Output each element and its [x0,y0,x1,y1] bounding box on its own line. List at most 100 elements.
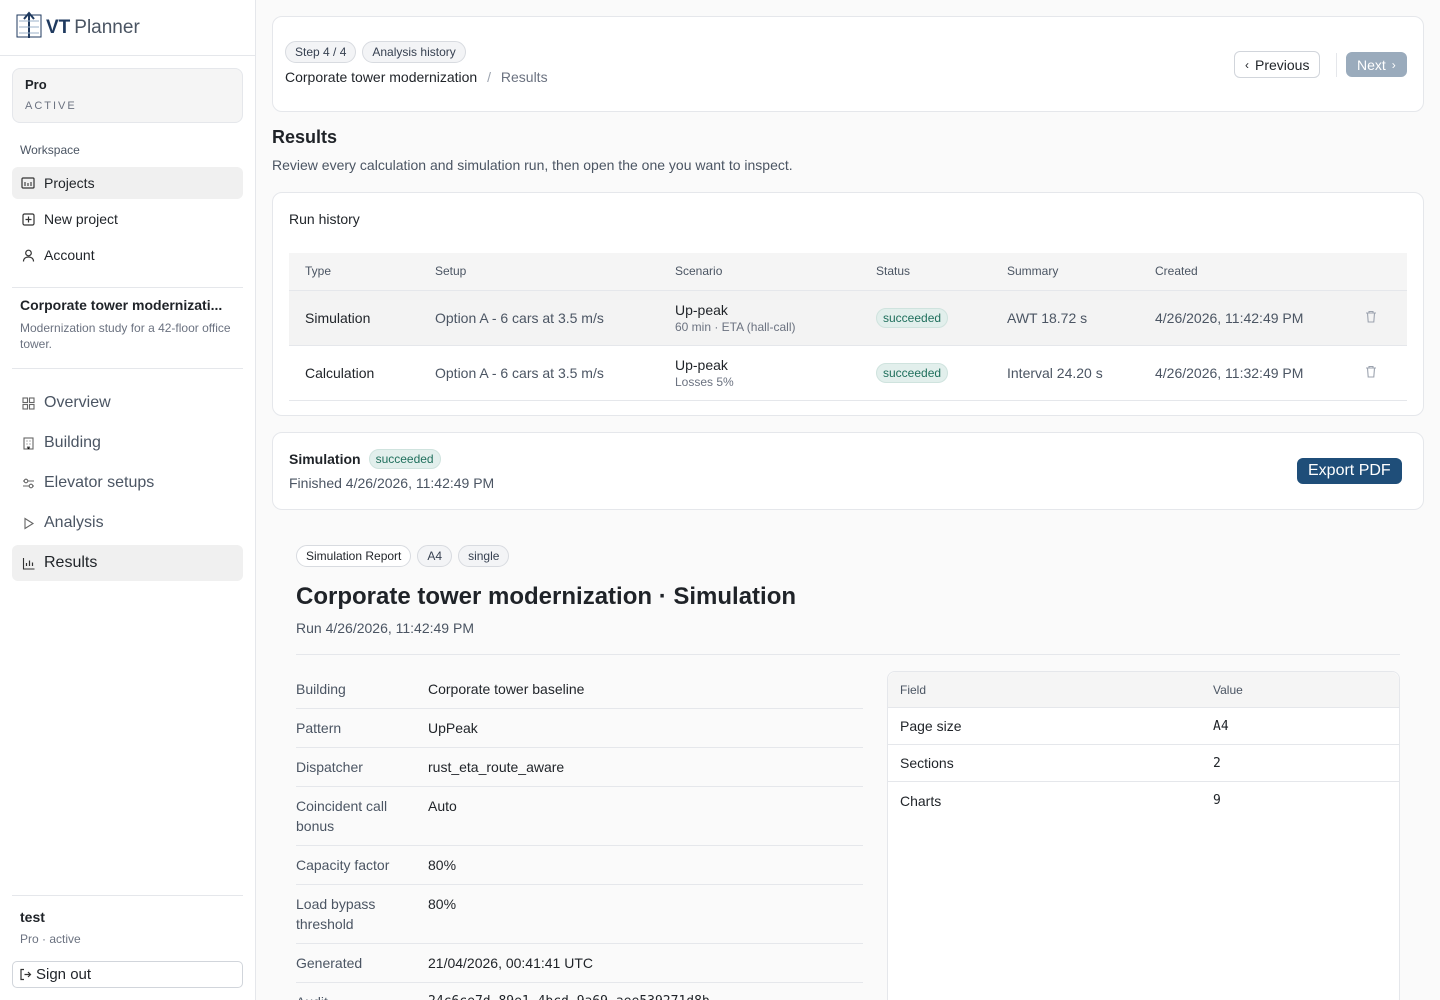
divider [1336,53,1337,77]
field-value: 80% [428,896,457,912]
breadcrumb-project[interactable]: Corporate tower modernization [285,69,477,85]
export-pdf-button[interactable]: Export PDF [1297,458,1402,484]
meta-field: Sections [900,755,954,771]
bar-chart-icon [20,555,36,571]
user-plan: Pro · active [20,932,81,946]
page-subtitle: Review every calculation and simulation … [272,157,793,173]
plan-card: Pro ACTIVE [12,68,243,123]
report-title: Corporate tower modernization · Simulati… [296,583,797,610]
run-type: Calculation [289,345,419,401]
meta-field: Page size [900,718,962,734]
meta-value: 2 [1213,755,1221,771]
field-key: Dispatcher [296,759,363,775]
run-created: 4/26/2026, 11:32:49 PM [1139,345,1349,401]
next-button[interactable]: Next › [1346,52,1407,77]
scenario-name: Up-peak [675,301,728,318]
sidebar-item-results[interactable]: Results [12,545,243,581]
field-key: Coincident call bonus [296,798,388,834]
field-row: Building Corporate tower baseline [296,670,863,709]
report-meta-table: Field Value Page size A4 Sections 2 Charts… [887,671,1400,1000]
field-row: Audit24c6ce7d-89e1-4bcd-9a69-aee539271d8… [296,983,863,1000]
play-icon [20,515,36,531]
logo-icon [16,10,42,45]
sidebar-item-analysis[interactable]: Analysis [12,505,243,541]
field-row: Pattern UpPeak [296,709,863,748]
page-size-tag: A4 [417,545,453,567]
breadcrumb-separator: / [487,69,491,85]
status-badge: succeeded [876,307,949,328]
run-setup: Option A - 6 cars at 3.5 m/s [419,290,659,346]
divider [296,654,1400,655]
plus-square-icon [20,211,36,227]
sidebar-item-label: Analysis [44,514,104,531]
report-fields: Building Corporate tower baseline Pattern… [296,670,863,1000]
divider [12,287,243,288]
sidebar-item-overview[interactable]: Overview [12,385,243,421]
delete-run-button[interactable] [1349,290,1407,346]
folder-icon [20,175,36,191]
breadcrumb-current: Results [500,69,548,85]
project-description: Modernization study for a 42-floor offic… [20,321,231,351]
table-header: Type Setup Scenario Status Summary Creat… [289,253,1407,291]
sign-out-icon [19,968,32,981]
step-badge: Step 4 / 4 [285,41,357,63]
table-header: Field Value [888,672,1399,708]
field-key: Pattern [296,720,342,736]
delete-run-button[interactable] [1349,345,1407,401]
run-history-table: Type Setup Scenario Status Summary Creat… [289,253,1407,401]
step-header: Step 4 / 4 Analysis history Corporate to… [272,16,1424,112]
field-key: Load bypass threshold [296,896,376,932]
chevron-left-icon: ‹ [1245,57,1249,72]
sidebar-item-label: Results [44,554,98,571]
column-header-actions [1349,253,1407,291]
meta-value: A4 [1213,718,1229,734]
field-value: UpPeak [428,720,478,736]
sidebar-item-label: Building [44,434,101,451]
run-history-card: Run history Type Setup Scenario Status S… [272,192,1424,416]
report-tags: Simulation Report A4 single [296,545,510,567]
sidebar-item-label: Elevator setups [44,474,155,491]
sidebar-item-building[interactable]: Building [12,425,243,461]
field-row: Generated 21/04/2026, 00:41:41 UTC [296,944,863,983]
table-row: Charts 9 [888,782,1399,819]
detail-type: Simulation [289,451,361,467]
run-detail-card: Simulation succeeded Finished 4/26/2026,… [272,432,1424,510]
run-status: succeeded [860,345,991,401]
sign-out-label: Sign out [36,966,92,983]
field-key: Generated [296,955,363,971]
sidebar-item-new-project[interactable]: New project [12,203,243,235]
brand-planner: Planner [74,16,140,38]
sidebar-item-label: Projects [44,175,95,191]
status-badge: succeeded [876,362,949,383]
field-value: 80% [428,857,457,873]
run-created: 4/26/2026, 11:42:49 PM [1139,290,1349,346]
report-type-tag: Simulation Report [296,545,412,567]
sidebar-item-projects[interactable]: Projects [12,167,243,199]
brand-logo[interactable]: VT Planner [0,0,255,56]
field-value: rust_eta_route_aware [428,759,565,775]
table-row[interactable]: Calculation Option A - 6 cars at 3.5 m/s… [289,345,1407,401]
field-key: Building [296,681,346,697]
previous-label: Previous [1255,56,1310,73]
run-history-title: Run history [289,211,360,227]
column-header: Scenario [659,253,860,291]
trash-icon [1365,365,1377,381]
sign-out-button[interactable]: Sign out [12,961,243,988]
divider [12,368,243,369]
table-row[interactable]: Simulation Option A - 6 cars at 3.5 m/s … [289,290,1407,346]
field-value: 24c6ce7d-89e1-4bcd-9a69-aee539271d8b [428,992,710,1000]
column-header: Type [289,253,419,291]
sidebar-item-label: New project [44,211,118,227]
field-key: Audit [296,992,428,1000]
sidebar-item-elevator-setups[interactable]: Elevator setups [12,465,243,501]
previous-button[interactable]: ‹ Previous [1234,51,1321,78]
run-type: Simulation [289,290,419,346]
plan-name: Pro [25,77,47,92]
field-key: Capacity factor [296,857,390,873]
column-header: Setup [419,253,659,291]
user-icon [20,247,36,263]
run-setup: Option A - 6 cars at 3.5 m/s [419,345,659,401]
grid-icon [20,395,36,411]
sidebar-item-account[interactable]: Account [12,239,243,271]
trash-icon [1365,310,1377,326]
